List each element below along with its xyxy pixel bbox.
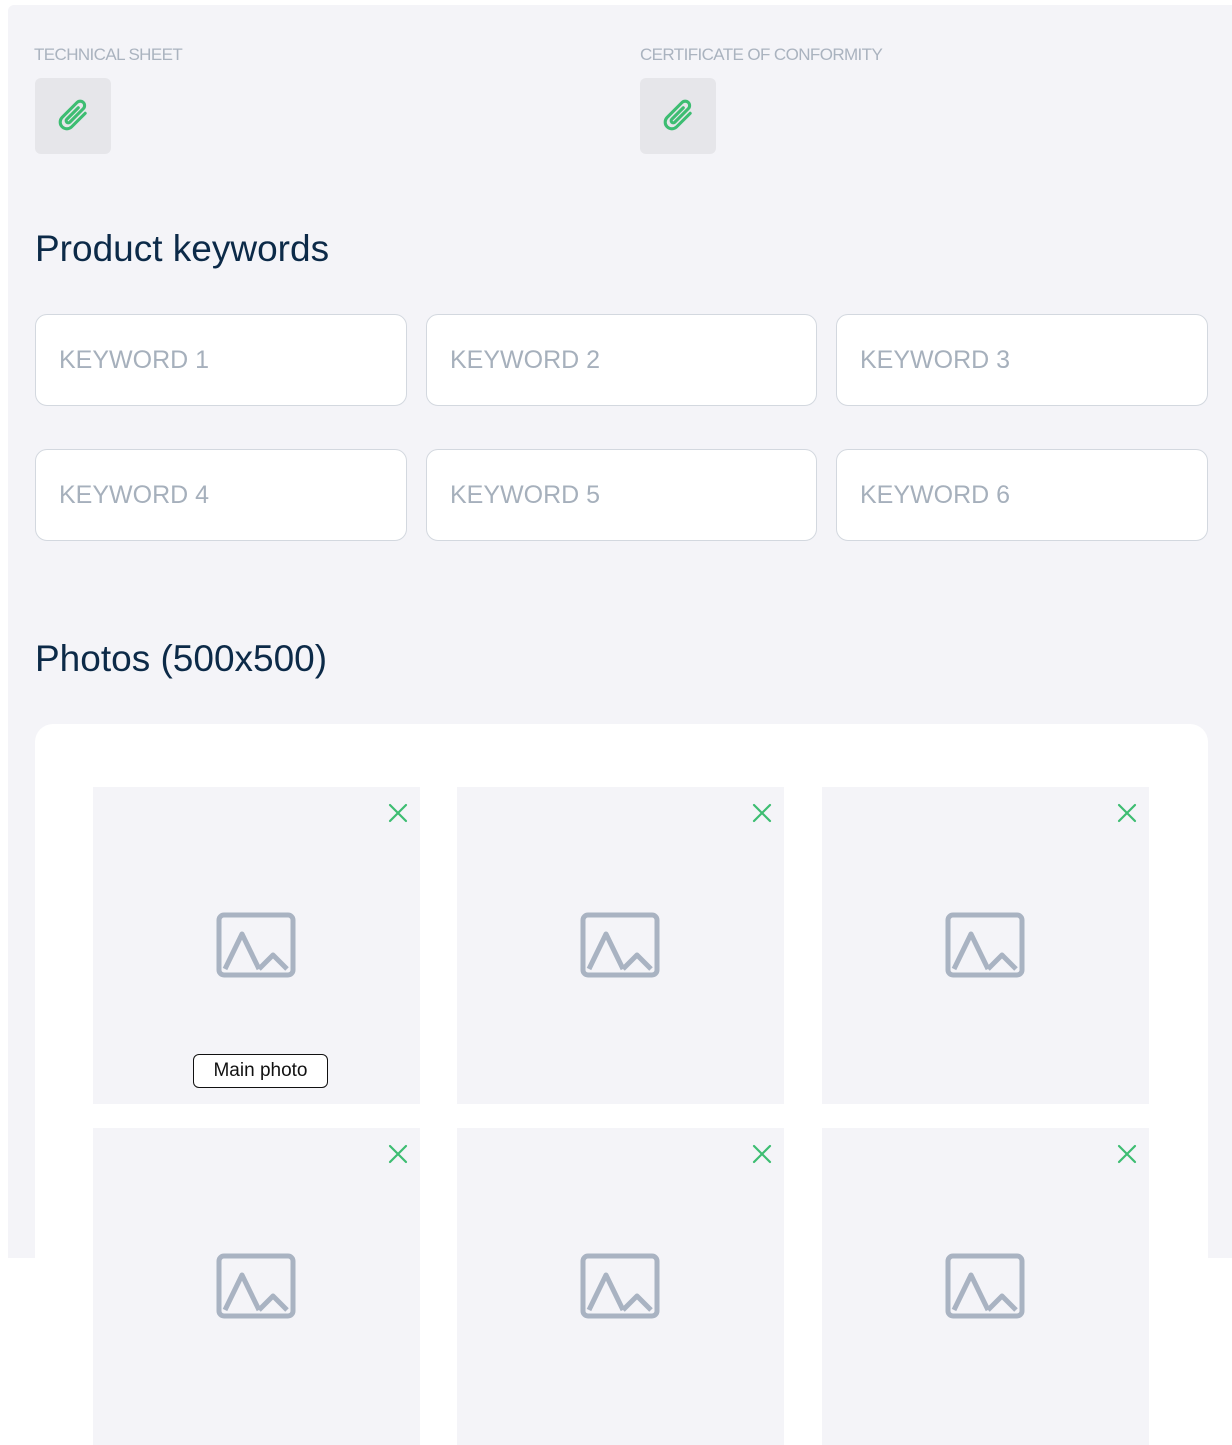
photo-slot[interactable]: Main photo xyxy=(93,787,420,1104)
close-icon[interactable] xyxy=(386,801,410,825)
keyword-5-input[interactable] xyxy=(426,449,817,541)
image-placeholder-icon xyxy=(216,912,296,978)
technical-sheet-attach-button[interactable] xyxy=(35,78,111,154)
close-icon[interactable] xyxy=(750,801,774,825)
keyword-3-input[interactable] xyxy=(836,314,1208,406)
photo-slot[interactable] xyxy=(93,1128,420,1445)
photo-slot[interactable] xyxy=(822,787,1149,1104)
certificate-attach-button[interactable] xyxy=(640,78,716,154)
photo-slot[interactable] xyxy=(457,1128,784,1445)
keyword-4-input[interactable] xyxy=(35,449,407,541)
certificate-label: CERTIFICATE OF CONFORMITY xyxy=(640,45,883,64)
image-placeholder-icon xyxy=(945,912,1025,978)
close-icon[interactable] xyxy=(386,1142,410,1166)
keyword-6-input[interactable] xyxy=(836,449,1208,541)
image-placeholder-icon xyxy=(580,912,660,978)
technical-sheet-label: TECHNICAL SHEET xyxy=(34,45,183,64)
keyword-2-input[interactable] xyxy=(426,314,817,406)
photo-slot[interactable] xyxy=(822,1128,1149,1445)
photos-card: Main photo xyxy=(35,724,1208,1445)
image-placeholder-icon xyxy=(216,1253,296,1319)
image-placeholder-icon xyxy=(945,1253,1025,1319)
main-photo-badge: Main photo xyxy=(193,1054,328,1088)
keyword-1-input[interactable] xyxy=(35,314,407,406)
product-keywords-title: Product keywords xyxy=(35,228,330,269)
close-icon[interactable] xyxy=(1115,801,1139,825)
close-icon[interactable] xyxy=(750,1142,774,1166)
close-icon[interactable] xyxy=(1115,1142,1139,1166)
photos-title: Photos (500x500) xyxy=(35,638,328,679)
photo-slot[interactable] xyxy=(457,787,784,1104)
paperclip-icon xyxy=(58,99,87,131)
paperclip-icon xyxy=(663,99,692,131)
image-placeholder-icon xyxy=(580,1253,660,1319)
